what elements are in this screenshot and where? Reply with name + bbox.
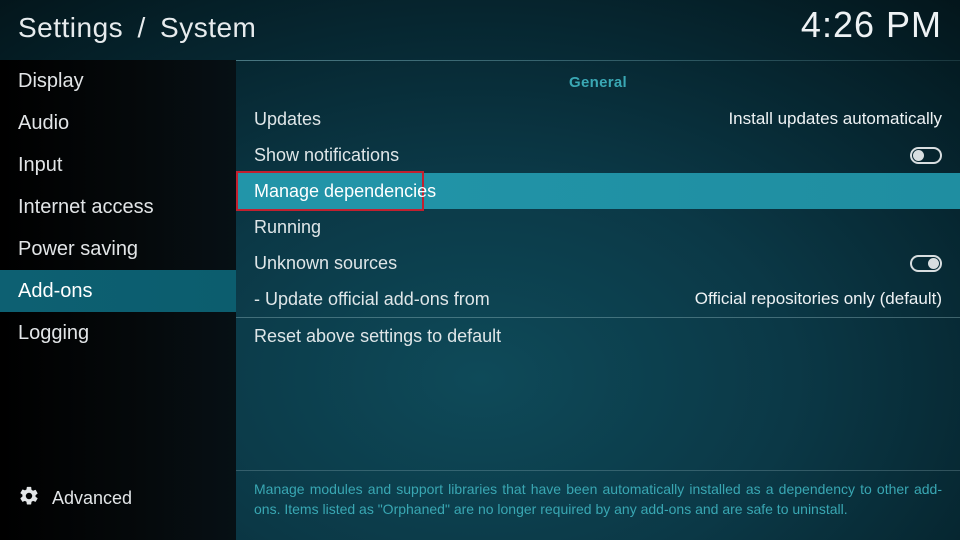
- sidebar-item-input[interactable]: Input: [0, 144, 236, 186]
- row-show-notifications[interactable]: Show notifications: [236, 137, 960, 173]
- clock: 4:26 PM: [801, 4, 942, 46]
- row-label: Unknown sources: [254, 253, 397, 274]
- breadcrumb-root: Settings: [18, 12, 123, 43]
- sidebar-item-label: Add-ons: [18, 280, 93, 303]
- row-update-official-addons-from[interactable]: Update official add-ons from Official re…: [236, 281, 960, 317]
- sidebar-item-label: Internet access: [18, 196, 154, 219]
- settings-sidebar: Display Audio Input Internet access Powe…: [0, 60, 236, 540]
- toggle-unknown-sources[interactable]: [910, 255, 942, 272]
- sidebar-item-label: Display: [18, 70, 84, 93]
- row-running[interactable]: Running: [236, 209, 960, 245]
- sidebar-item-power[interactable]: Power saving: [0, 228, 236, 270]
- row-label: Updates: [254, 109, 321, 130]
- row-reset-defaults[interactable]: Reset above settings to default: [236, 318, 960, 354]
- sidebar-item-label: Logging: [18, 322, 89, 345]
- row-value: Official repositories only (default): [695, 289, 942, 309]
- row-label: Manage dependencies: [254, 181, 436, 202]
- row-unknown-sources[interactable]: Unknown sources: [236, 245, 960, 281]
- toggle-show-notifications[interactable]: [910, 147, 942, 164]
- row-label: Reset above settings to default: [254, 326, 501, 347]
- settings-rows: Updates Install updates automatically Sh…: [236, 101, 960, 354]
- breadcrumb: Settings / System: [18, 12, 256, 44]
- gear-icon: [18, 485, 40, 512]
- sidebar-item-internet[interactable]: Internet access: [0, 186, 236, 228]
- sidebar-item-label: Power saving: [18, 238, 138, 261]
- sidebar-item-addons[interactable]: Add-ons: [0, 270, 236, 312]
- sidebar-item-display[interactable]: Display: [0, 60, 236, 102]
- breadcrumb-section: System: [160, 12, 256, 43]
- toggle-knob: [928, 258, 939, 269]
- sidebar-item-audio[interactable]: Audio: [0, 102, 236, 144]
- sidebar-item-label: Audio: [18, 112, 69, 135]
- section-heading: General: [236, 60, 960, 91]
- row-manage-dependencies[interactable]: Manage dependencies: [236, 173, 960, 209]
- toggle-knob: [913, 150, 924, 161]
- row-label: Show notifications: [254, 145, 399, 166]
- row-label: Running: [254, 217, 321, 238]
- row-label: Update official add-ons from: [254, 289, 490, 310]
- row-value: Install updates automatically: [728, 109, 942, 129]
- setting-description: Manage modules and support libraries tha…: [236, 470, 960, 540]
- sidebar-item-logging[interactable]: Logging: [0, 312, 236, 354]
- settings-level-label: Advanced: [52, 488, 132, 509]
- settings-level-button[interactable]: Advanced: [0, 485, 132, 512]
- sidebar-item-label: Input: [18, 154, 62, 177]
- settings-panel: General Updates Install updates automati…: [236, 60, 960, 470]
- row-updates[interactable]: Updates Install updates automatically: [236, 101, 960, 137]
- breadcrumb-sep: /: [137, 12, 145, 43]
